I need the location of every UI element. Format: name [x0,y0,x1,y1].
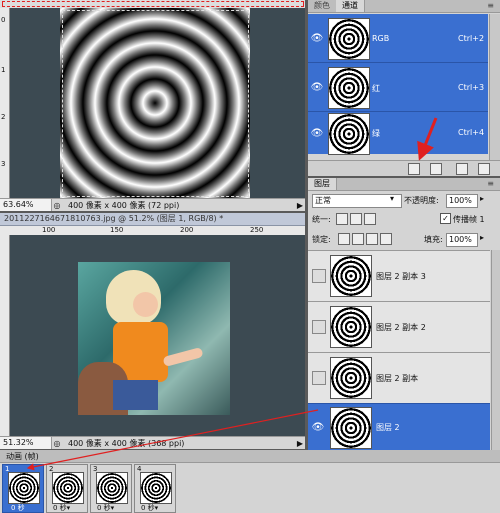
arrow-layer-to-frame [26,409,319,471]
annotation-arrows [26,117,438,471]
arrow-to-channel-button [417,117,438,161]
